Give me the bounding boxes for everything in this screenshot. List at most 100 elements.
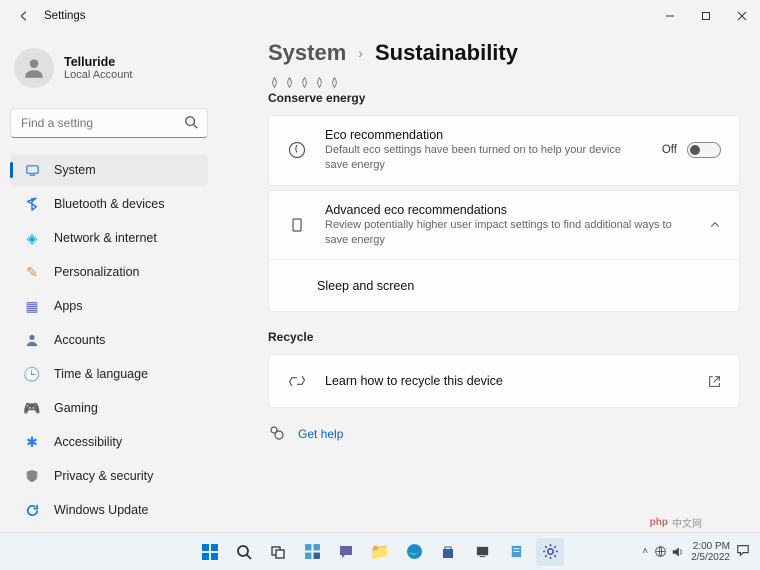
back-button[interactable] [10, 2, 38, 30]
sidebar-item-label: Windows Update [54, 503, 149, 517]
card-title: Eco recommendation [325, 128, 644, 142]
section-conserve-heading: Conserve energy [268, 91, 740, 105]
shield-icon [24, 468, 40, 484]
search-icon [184, 115, 198, 129]
profile-name: Telluride [64, 55, 133, 69]
leaf-icon [298, 76, 311, 89]
row-eco-recommendation[interactable]: Eco recommendation Default eco settings … [269, 116, 739, 185]
app-title: Settings [44, 10, 86, 22]
card-title: Advanced eco recommendations [325, 203, 691, 217]
sidebar-item-time[interactable]: 🕒 Time & language [10, 358, 208, 390]
widgets-icon[interactable] [298, 538, 326, 566]
tray-status-icons[interactable] [654, 545, 685, 559]
sidebar-item-update[interactable]: Windows Update [10, 494, 208, 526]
row-advanced-eco[interactable]: Advanced eco recommendations Review pote… [269, 191, 739, 260]
sidebar-item-accessibility[interactable]: ✱ Accessibility [10, 426, 208, 458]
taskbar-center: 📁 [196, 538, 564, 566]
sidebar-item-label: Apps [54, 299, 83, 313]
sidebar-item-privacy[interactable]: Privacy & security [10, 460, 208, 492]
sidebar-item-label: Time & language [54, 367, 148, 381]
date-text: 2/5/2022 [691, 552, 730, 563]
watermark: php中文网 [650, 515, 702, 530]
app-icon[interactable] [502, 538, 530, 566]
network-status-icon [654, 545, 667, 558]
sidebar-item-label: Accessibility [54, 435, 122, 449]
chevron-up-icon [709, 219, 721, 231]
taskbar-search-icon[interactable] [230, 538, 258, 566]
sidebar-item-label: Bluetooth & devices [54, 197, 165, 211]
settings-taskbar-icon[interactable] [536, 538, 564, 566]
breadcrumb-parent[interactable]: System [268, 40, 346, 66]
edge-icon[interactable] [400, 538, 428, 566]
sidebar-item-accounts[interactable]: Accounts [10, 324, 208, 356]
leaf-icon [268, 76, 281, 89]
volume-icon [671, 545, 685, 559]
chat-icon[interactable] [332, 538, 360, 566]
eco-leaves-indicator [268, 76, 740, 89]
sidebar-item-bluetooth[interactable]: Bluetooth & devices [10, 188, 208, 220]
avatar [14, 48, 54, 88]
sidebar-item-system[interactable]: System [10, 154, 208, 186]
sidebar-item-personalization[interactable]: ✎ Personalization [10, 256, 208, 288]
content-area: System › Sustainability Conserve energy … [218, 32, 760, 532]
card-title: Sleep and screen [317, 279, 414, 293]
person-icon [24, 332, 40, 348]
page-title: Sustainability [375, 40, 518, 66]
leaf-icon [328, 76, 341, 89]
globe-icon: 🕒 [24, 366, 40, 382]
notification-icon[interactable] [736, 543, 750, 560]
update-icon [24, 502, 40, 518]
leaf-icon [313, 76, 326, 89]
help-link[interactable]: Get help [298, 427, 343, 441]
recycle-icon [287, 371, 307, 391]
sidebar-item-apps[interactable]: ▦ Apps [10, 290, 208, 322]
card-subtitle: Review potentially higher user impact se… [325, 218, 691, 248]
search-container [10, 108, 208, 138]
app-icon[interactable] [468, 538, 496, 566]
system-icon [24, 162, 40, 178]
store-icon[interactable] [434, 538, 462, 566]
card-subtitle: Default eco settings have been turned on… [325, 143, 644, 173]
help-row[interactable]: Get help [268, 424, 740, 443]
titlebar: Settings [0, 0, 760, 32]
breadcrumb: System › Sustainability [268, 40, 740, 66]
sidebar-item-label: Privacy & security [54, 469, 153, 483]
task-view-icon[interactable] [264, 538, 292, 566]
help-icon [268, 424, 284, 443]
sidebar-item-network[interactable]: ◈ Network & internet [10, 222, 208, 254]
brush-icon: ✎ [24, 264, 40, 280]
toggle-label: Off [662, 144, 677, 156]
row-sleep-screen[interactable]: Sleep and screen [269, 259, 739, 311]
card-eco-recommendation: Eco recommendation Default eco settings … [268, 115, 740, 186]
sidebar-item-gaming[interactable]: 🎮 Gaming [10, 392, 208, 424]
chevron-right-icon: › [358, 45, 363, 61]
sidebar-item-label: Gaming [54, 401, 98, 415]
sidebar: Telluride Local Account System Bluetooth… [0, 32, 218, 532]
row-recycle-link[interactable]: Learn how to recycle this device [269, 355, 739, 407]
eco-icon [287, 140, 307, 160]
gaming-icon: 🎮 [24, 400, 40, 416]
profile-block[interactable]: Telluride Local Account [10, 36, 208, 106]
start-button[interactable] [196, 538, 224, 566]
device-icon [287, 217, 307, 233]
card-advanced-eco: Advanced eco recommendations Review pote… [268, 190, 740, 313]
maximize-button[interactable] [688, 0, 724, 32]
close-button[interactable] [724, 0, 760, 32]
sidebar-item-label: Network & internet [54, 231, 157, 245]
eco-toggle[interactable] [687, 142, 721, 158]
leaf-icon [283, 76, 296, 89]
card-title: Learn how to recycle this device [325, 374, 690, 388]
system-tray[interactable]: ˄ 2:00 PM 2/5/2022 [642, 541, 760, 563]
accessibility-icon: ✱ [24, 434, 40, 450]
taskbar: 📁 ˄ 2:00 PM 2/5/2022 [0, 532, 760, 570]
sidebar-item-label: System [54, 163, 96, 177]
search-input[interactable] [10, 108, 208, 138]
explorer-icon[interactable]: 📁 [366, 538, 394, 566]
minimize-button[interactable] [652, 0, 688, 32]
clock[interactable]: 2:00 PM 2/5/2022 [691, 541, 730, 563]
card-recycle: Learn how to recycle this device [268, 354, 740, 408]
window-controls [652, 0, 760, 32]
bluetooth-icon [24, 196, 40, 212]
tray-chevron-icon[interactable]: ˄ [642, 546, 648, 557]
time-text: 2:00 PM [691, 541, 730, 552]
